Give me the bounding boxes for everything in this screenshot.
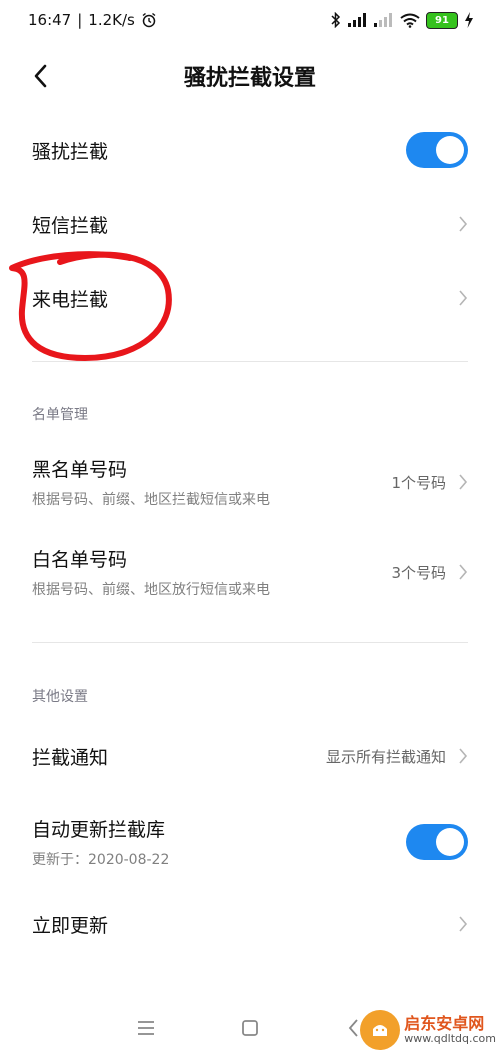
alarm-icon bbox=[142, 12, 156, 28]
battery-indicator: 91 bbox=[426, 11, 458, 29]
block-notification-value: 显示所有拦截通知 bbox=[325, 747, 446, 766]
menu-icon[interactable] bbox=[135, 1017, 157, 1039]
sms-block-label: 短信拦截 bbox=[32, 214, 109, 237]
block-notification-right: 显示所有拦截通知 bbox=[326, 746, 468, 767]
blacklist-count: 1个号码 bbox=[391, 473, 446, 492]
title-bar: 骚扰拦截设置 bbox=[0, 50, 500, 102]
watermark-logo-icon bbox=[360, 1010, 401, 1050]
divider bbox=[32, 361, 468, 362]
chevron-right-icon bbox=[459, 748, 468, 764]
charging-icon bbox=[465, 12, 473, 28]
status-left: 16:47 | 1.2K/s bbox=[28, 11, 157, 29]
auto-update-title: 自动更新拦截库 bbox=[32, 819, 166, 841]
bluetooth-icon bbox=[331, 12, 341, 28]
whitelist-subtitle: 根据号码、前缀、地区放行短信或来电 bbox=[32, 582, 270, 598]
watermark-url: www.qdltdq.com bbox=[404, 1031, 496, 1045]
section-label-other-settings: 其他设置 bbox=[32, 689, 88, 705]
whitelist-text: 白名单号码 根据号码、前缀、地区放行短信或来电 bbox=[32, 545, 270, 599]
auto-update-text: 自动更新拦截库 更新于：2020-08-22 bbox=[32, 815, 169, 869]
update-now-row[interactable]: 立即更新 bbox=[0, 898, 500, 950]
blacklist-row[interactable]: 黑名单号码 根据号码、前缀、地区拦截短信或来电 1个号码 bbox=[0, 452, 500, 512]
status-right: 91 bbox=[330, 11, 474, 29]
status-separator: | bbox=[77, 11, 83, 29]
auto-update-toggle[interactable] bbox=[406, 824, 468, 860]
status-time: 16:47 bbox=[28, 11, 72, 29]
section-label-list-management: 名单管理 bbox=[32, 407, 88, 423]
wifi-icon bbox=[400, 13, 420, 28]
block-notification-row[interactable]: 拦截通知 显示所有拦截通知 bbox=[0, 730, 500, 782]
status-speed: 1.2K/s bbox=[88, 11, 135, 29]
sms-block-row[interactable]: 短信拦截 bbox=[0, 198, 500, 250]
divider bbox=[32, 642, 468, 643]
whitelist-title: 白名单号码 bbox=[32, 549, 128, 571]
blacklist-subtitle: 根据号码、前缀、地区拦截短信或来电 bbox=[32, 492, 270, 508]
toggle-knob bbox=[436, 136, 464, 164]
signal-icon bbox=[348, 13, 366, 27]
whitelist-right: 3个号码 bbox=[391, 562, 468, 583]
auto-update-subtitle: 更新于：2020-08-22 bbox=[32, 852, 170, 868]
call-block-label: 来电拦截 bbox=[32, 288, 109, 311]
chevron-right-icon bbox=[459, 216, 468, 232]
chevron-right-icon bbox=[459, 916, 468, 932]
whitelist-row[interactable]: 白名单号码 根据号码、前缀、地区放行短信或来电 3个号码 bbox=[0, 542, 500, 602]
whitelist-count: 3个号码 bbox=[391, 563, 446, 582]
chevron-right-icon bbox=[459, 474, 468, 490]
harassment-block-label: 骚扰拦截 bbox=[32, 140, 109, 163]
watermark-name: 启东安卓网 bbox=[404, 1014, 485, 1034]
watermark: 启东安卓网 www.qdltdq.com bbox=[360, 1010, 496, 1050]
harassment-block-row[interactable]: 骚扰拦截 bbox=[0, 124, 500, 176]
auto-update-row[interactable]: 自动更新拦截库 更新于：2020-08-22 bbox=[0, 812, 500, 872]
android-icon bbox=[373, 1025, 388, 1036]
home-icon[interactable] bbox=[239, 1017, 261, 1039]
chevron-right-icon bbox=[459, 564, 468, 580]
status-bar: 16:47 | 1.2K/s 91 bbox=[0, 0, 500, 40]
blacklist-right: 1个号码 bbox=[391, 472, 468, 493]
blacklist-text: 黑名单号码 根据号码、前缀、地区拦截短信或来电 bbox=[32, 455, 270, 509]
toggle-knob bbox=[436, 828, 464, 856]
page-title: 骚扰拦截设置 bbox=[183, 66, 316, 91]
chevron-right-icon bbox=[459, 290, 468, 306]
call-block-row[interactable]: 来电拦截 bbox=[0, 272, 500, 324]
back-arrow-icon[interactable] bbox=[28, 62, 56, 90]
update-now-title: 立即更新 bbox=[32, 914, 109, 937]
blacklist-title: 黑名单号码 bbox=[32, 459, 128, 481]
harassment-block-toggle[interactable] bbox=[406, 132, 468, 168]
block-notification-title: 拦截通知 bbox=[32, 746, 109, 769]
signal-2-icon bbox=[374, 13, 392, 27]
watermark-text: 启东安卓网 www.qdltdq.com bbox=[404, 1015, 496, 1045]
